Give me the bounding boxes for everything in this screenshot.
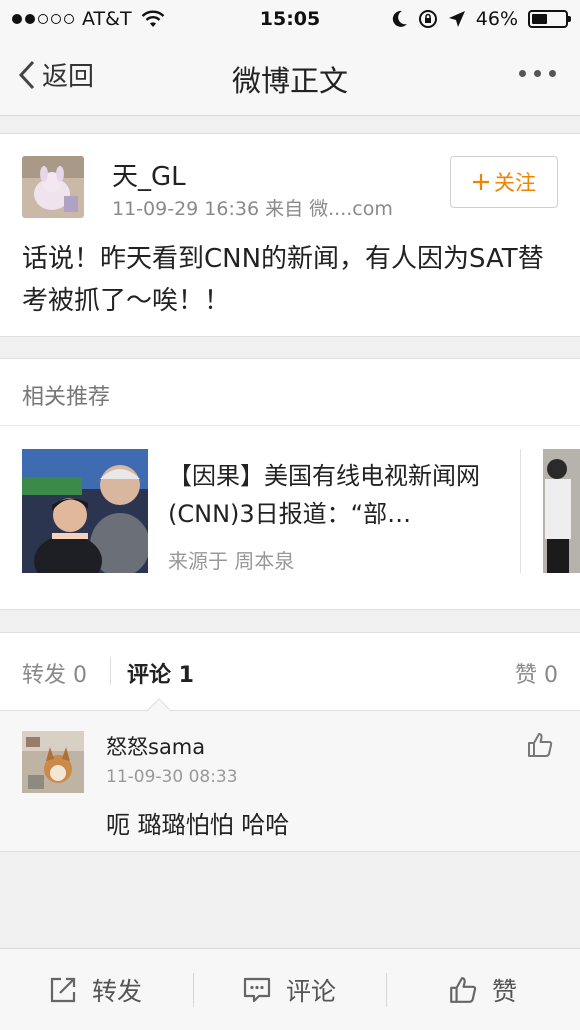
navigation-bar: 返回 微博正文 xyxy=(0,40,580,116)
battery-icon xyxy=(528,10,571,28)
related-title[interactable]: 【因果】美国有线电视新闻网(CNN)3日报道：“部… xyxy=(168,457,508,533)
bottom-action-bar: 转发 评论 赞 xyxy=(0,948,580,1030)
comment-like-button[interactable] xyxy=(526,731,554,763)
rotation-lock-icon xyxy=(418,10,437,28)
comment-label: 评论 xyxy=(286,977,337,1006)
author-name[interactable]: 天_GL xyxy=(112,156,186,193)
commenter-name[interactable]: 怒怒sama xyxy=(106,731,205,761)
comment-icon xyxy=(243,977,271,1003)
more-dot-icon xyxy=(534,70,541,77)
related-thumbnail-next[interactable] xyxy=(543,449,580,573)
divider xyxy=(193,973,194,1007)
plus-icon xyxy=(473,174,489,190)
location-icon xyxy=(448,11,465,27)
commenter-avatar[interactable] xyxy=(22,731,84,793)
author-avatar[interactable] xyxy=(22,156,84,218)
share-icon xyxy=(50,977,76,1003)
comment-text: 呃 璐璐怕怕 哈哈 xyxy=(106,811,290,839)
status-bar: AT&T 15:05 46% xyxy=(0,0,580,40)
tab-comments[interactable]: 评论 1 xyxy=(127,657,194,689)
thumbs-up-icon xyxy=(528,733,553,757)
divider xyxy=(520,449,521,573)
related-heading: 相关推荐 xyxy=(22,385,111,410)
more-dot-icon xyxy=(519,70,526,77)
more-menu-button[interactable] xyxy=(519,70,556,77)
tab-reposts[interactable]: 转发 0 xyxy=(22,657,87,689)
divider xyxy=(0,425,580,426)
status-icons: 46% xyxy=(392,8,571,30)
post-card: 天_GL 11-09-29 16:36 来自 微....com 关注 话说！昨天… xyxy=(0,133,580,337)
repost-button[interactable]: 转发 xyxy=(48,949,142,1030)
page-title: 微博正文 xyxy=(231,64,348,98)
thumbs-up-icon xyxy=(450,977,477,1003)
related-section: 相关推荐 【因果】美国有线电视新闻网(CNN)3日报道：“部… 来源于 周本泉 xyxy=(0,358,580,610)
battery-percent: 46% xyxy=(475,8,518,30)
divider xyxy=(110,657,111,685)
comment-button[interactable]: 评论 xyxy=(242,949,336,1030)
more-dot-icon xyxy=(549,70,556,77)
post-text: 话说！昨天看到CNN的新闻，有人因为SAT替考被抓了～唉！！ xyxy=(22,244,544,316)
like-button[interactable]: 赞 xyxy=(448,949,517,1030)
divider xyxy=(386,973,387,1007)
repost-label: 转发 xyxy=(92,977,143,1006)
comment-time: 11-09-30 08:33 xyxy=(106,767,238,787)
comments-section: 转发 0 评论 1 赞 0 怒怒sama 11-09-30 08:33 呃 璐璐… xyxy=(0,632,580,852)
related-source: 来源于 周本泉 xyxy=(168,549,295,573)
like-label: 赞 xyxy=(492,977,518,1006)
tab-likes[interactable]: 赞 0 xyxy=(515,657,558,689)
related-thumbnail[interactable] xyxy=(22,449,148,573)
moon-icon xyxy=(392,10,407,27)
battery-fill xyxy=(532,14,547,24)
follow-label: 关注 xyxy=(494,171,536,195)
post-meta: 11-09-29 16:36 来自 微....com xyxy=(112,198,393,220)
follow-button[interactable]: 关注 xyxy=(450,156,558,208)
comment-tabs: 转发 0 评论 1 赞 0 xyxy=(0,633,580,711)
